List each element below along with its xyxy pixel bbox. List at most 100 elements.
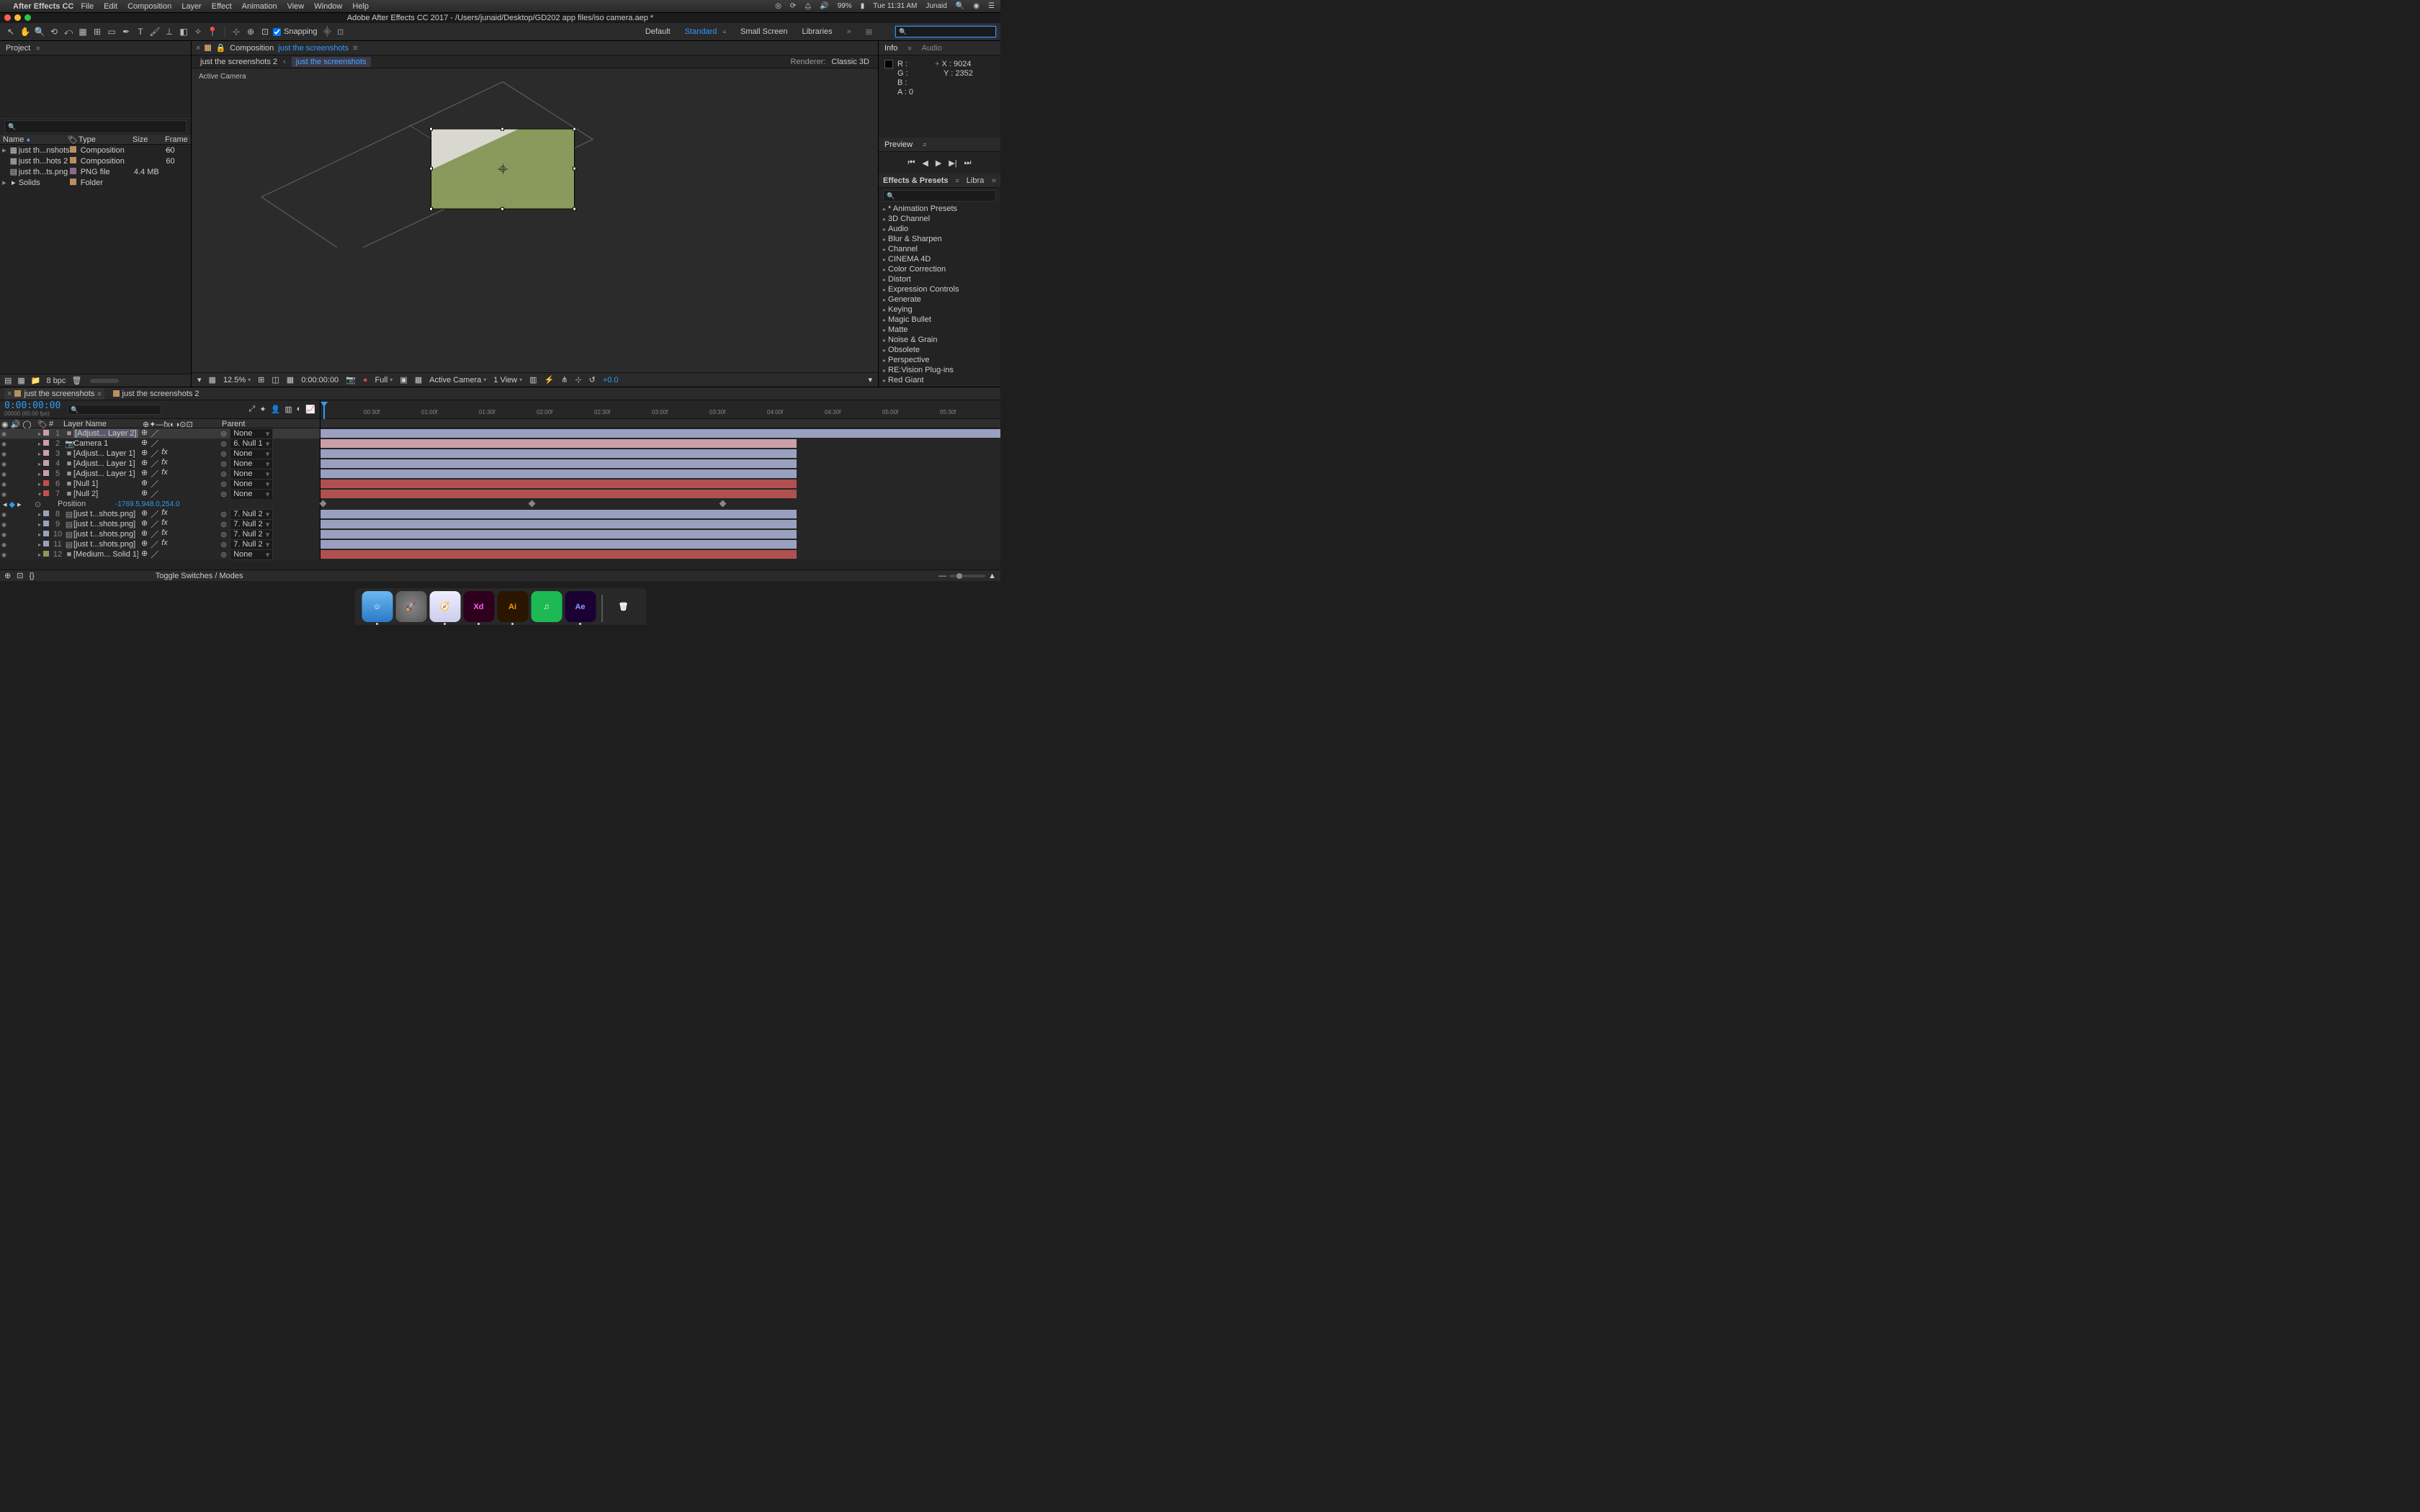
timeline-tab-2[interactable]: just the screenshots 2 — [110, 388, 202, 400]
axis-local-icon[interactable]: ⊹ — [230, 25, 243, 38]
volume-icon[interactable]: 🔊 — [820, 2, 828, 10]
wifi-icon[interactable]: ⧋ — [805, 2, 811, 10]
anchor-point-icon[interactable] — [498, 164, 508, 174]
dock-app-xd[interactable]: Xd — [463, 591, 494, 622]
dock-app-launchpad[interactable]: 🚀 — [395, 591, 426, 622]
timeline-layers[interactable]: ◉ ▸ 1 ■ [Adjust... Layer 2] ⊕／ ⊚None▾ ◉ … — [0, 428, 1000, 570]
battery-icon[interactable]: ▮ — [861, 2, 865, 10]
draft-3d-icon[interactable]: ✦ — [259, 405, 266, 414]
renderer-value[interactable]: Classic 3D — [831, 58, 869, 66]
resize-handle-n[interactable] — [501, 127, 504, 131]
rotate-tool-icon[interactable]: ⤺ — [62, 25, 75, 38]
comp-mini-flowchart-icon[interactable]: ⤢ — [249, 405, 256, 414]
info-panel-menu-icon[interactable]: ≡ — [908, 45, 911, 52]
notification-center-icon[interactable]: ☰ — [988, 2, 995, 10]
orbit-tool-icon[interactable]: ⟲ — [48, 25, 60, 38]
transparency-toggle-icon[interactable]: ▦ — [415, 375, 422, 384]
play-button[interactable]: ▶ — [936, 158, 941, 168]
axis-world-icon[interactable]: ⊕ — [244, 25, 257, 38]
effects-category[interactable]: ▸Color Correction — [879, 264, 1000, 274]
zoom-tool-icon[interactable]: 🔍 — [33, 25, 46, 38]
effects-list[interactable]: ▸* Animation Presets▸3D Channel▸Audio▸Bl… — [879, 204, 1000, 387]
roi-toggle-icon[interactable]: ▣ — [400, 375, 407, 384]
comp-footer-menu-icon[interactable]: ▾ — [868, 375, 872, 384]
project-item-list[interactable]: ▸▦just th...nshotsComposition60▦just th.… — [0, 145, 191, 374]
menu-window[interactable]: Window — [314, 2, 342, 11]
zoom-window-button[interactable] — [24, 14, 31, 21]
tab-menu-icon[interactable]: ≡ — [97, 390, 101, 397]
color-depth[interactable]: 8 bpc — [47, 377, 66, 385]
effects-panel-menu-icon[interactable]: ≡ — [956, 177, 959, 184]
brush-tool-icon[interactable]: 🖌 — [148, 25, 161, 38]
timeline-layer-row[interactable]: ◉ ▾ 7 ■ [Null 2] ⊕／ ⊚None▾ — [0, 489, 1000, 499]
timeline-zoom-slider[interactable] — [949, 575, 985, 577]
magnify-menu-icon[interactable]: ▾ — [197, 375, 202, 384]
timeline-tab-1[interactable]: × just the screenshots ≡ — [4, 388, 104, 400]
libraries-tab[interactable]: Libra — [967, 176, 984, 185]
workspace-menu-icon[interactable]: ≡ — [722, 29, 726, 35]
effects-category[interactable]: ▸3D Channel — [879, 214, 1000, 224]
menu-edit[interactable]: Edit — [104, 2, 117, 11]
snapping-toggle[interactable]: Snapping ⸎ ⊡ — [273, 27, 344, 37]
layer-search[interactable]: 🔍 — [68, 405, 161, 415]
hide-shy-icon[interactable]: 👤 — [271, 405, 281, 414]
timeline-tabs[interactable]: × just the screenshots ≡ just the screen… — [0, 387, 1000, 400]
graph-editor-icon[interactable]: 📈 — [305, 405, 315, 414]
roi-icon[interactable]: ◫ — [272, 375, 279, 384]
effects-category[interactable]: ▸RE:Vision Plug-ins — [879, 365, 1000, 375]
snapping-checkbox[interactable] — [273, 28, 281, 36]
workspace-default[interactable]: Default — [645, 27, 671, 36]
menu-file[interactable]: File — [81, 2, 94, 11]
snap-grid-icon[interactable]: ⊡ — [337, 27, 344, 37]
delete-icon[interactable]: 🗑 — [71, 376, 81, 385]
resize-handle-nw[interactable] — [429, 127, 433, 131]
menu-animation[interactable]: Animation — [242, 2, 277, 11]
reset-exposure-icon[interactable]: ↺ — [589, 375, 596, 384]
new-folder-icon[interactable]: 📁 — [31, 376, 41, 385]
comp-panel-tabs[interactable]: × 🔒 Composition just the screenshots ≡ — [192, 41, 878, 55]
project-columns-header[interactable]: Name ▲ 🏷 Type Size Frame ... — [0, 135, 191, 145]
timeline-layer-row[interactable]: ◉ ▸ 1 ■ [Adjust... Layer 2] ⊕／ ⊚None▾ — [0, 428, 1000, 438]
flowchart-icon[interactable]: ⊹ — [575, 375, 581, 384]
effects-category[interactable]: ▸Generate — [879, 294, 1000, 305]
zoom-slider[interactable] — [90, 379, 119, 383]
effects-category[interactable]: ▸Keying — [879, 305, 1000, 315]
window-controls[interactable] — [4, 14, 31, 21]
timeline-layer-row[interactable]: ◉ ▸ 8 ▤ [just t...shots.png] ⊕／fx ⊚7. Nu… — [0, 509, 1000, 519]
menu-composition[interactable]: Composition — [127, 2, 171, 11]
render-queue-icon[interactable]: ⊡ — [17, 571, 23, 580]
project-item[interactable]: ▤just th...ts.pngPNG file4.4 MB — [0, 166, 191, 177]
composition-viewer[interactable]: Active Camera — [192, 68, 878, 372]
info-panel-tabs[interactable]: Info ≡ Audio — [879, 41, 1000, 55]
transparency-grid-icon[interactable]: ▦ — [209, 375, 216, 384]
resolution-icon[interactable]: ⊞ — [258, 375, 264, 384]
effects-category[interactable]: ▸Expression Controls — [879, 284, 1000, 294]
effects-category[interactable]: ▸Channel — [879, 244, 1000, 254]
3d-view-dropdown[interactable]: Active Camera▾ — [429, 376, 486, 384]
timeline-layer-row[interactable]: ◉ ▸ 12 ■ [Medium... Solid 1] ⊕／ ⊚None▾ — [0, 549, 1000, 559]
close-window-button[interactable] — [4, 14, 11, 21]
roto-tool-icon[interactable]: ✧ — [192, 25, 205, 38]
macos-dock[interactable]: ☺🚀🧭XdAi♫Ae🗑 — [354, 588, 646, 625]
fast-previews-icon[interactable]: ⚡ — [544, 375, 555, 384]
preview-panel-tabs[interactable]: Preview ≡ — [879, 138, 1000, 152]
view-layout-dropdown[interactable]: 1 View▾ — [493, 376, 522, 384]
close-tab-icon[interactable]: × — [196, 44, 200, 53]
audio-tab[interactable]: Audio — [922, 44, 942, 53]
menu-layer[interactable]: Layer — [182, 2, 202, 11]
frame-blend-icon[interactable]: ▥ — [284, 405, 292, 414]
effects-overflow-icon[interactable]: » — [992, 176, 996, 185]
prev-frame-button[interactable]: ◀ — [922, 158, 928, 168]
workspace-reset-icon[interactable]: ⊞ — [866, 27, 872, 37]
shape-tool-icon[interactable]: ▭ — [105, 25, 118, 38]
hand-tool-icon[interactable]: ✋ — [19, 25, 32, 38]
snapshot-icon[interactable]: 📷 — [346, 375, 356, 384]
resize-handle-w[interactable] — [429, 167, 433, 171]
effects-category[interactable]: ▸Matte — [879, 325, 1000, 335]
workspace-libraries[interactable]: Libraries — [802, 27, 832, 36]
workspace-small[interactable]: Small Screen — [740, 27, 787, 36]
effects-category[interactable]: ▸Perspective — [879, 355, 1000, 365]
snap-options-icon[interactable]: ⸎ — [323, 27, 331, 37]
resolution-dropdown[interactable]: Full▾ — [375, 376, 393, 384]
pixel-aspect-icon[interactable]: ▥ — [529, 375, 537, 384]
